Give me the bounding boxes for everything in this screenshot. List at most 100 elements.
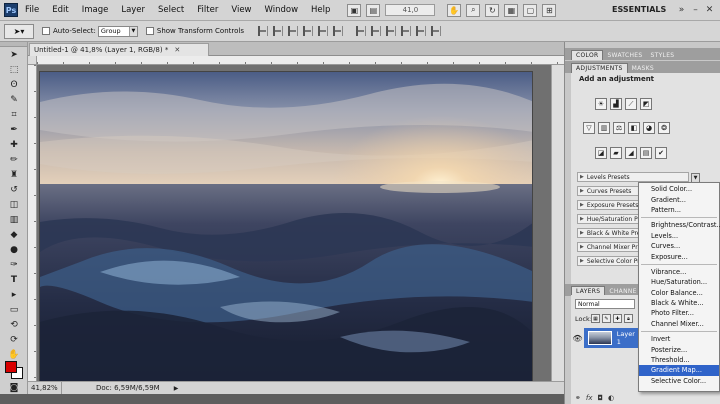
lasso-tool-icon[interactable]: ʘ	[4, 78, 24, 92]
color-balance-icon[interactable]: ⚖	[613, 122, 625, 134]
distribute-right-icon[interactable]	[430, 26, 441, 36]
distribute-left-icon[interactable]	[400, 26, 411, 36]
align-right-icon[interactable]	[332, 26, 343, 36]
brush-tool-icon[interactable]: ✏	[4, 153, 24, 167]
menu-item-gradient[interactable]: Gradient...	[639, 194, 719, 204]
move-tool-icon[interactable]: ➤	[4, 48, 24, 62]
dodge-tool-icon[interactable]: ●	[4, 243, 24, 257]
auto-select-checkbox[interactable]	[42, 27, 50, 35]
align-top-icon[interactable]	[257, 26, 268, 36]
menu-item-photo-filter[interactable]: Photo Filter...	[639, 308, 719, 318]
align-hcenter-icon[interactable]	[317, 26, 328, 36]
menu-filter[interactable]: Filter	[197, 5, 218, 15]
vertical-scrollbar[interactable]	[551, 65, 564, 381]
menu-item-color-balance[interactable]: Color Balance...	[639, 288, 719, 298]
eyedropper-tool-icon[interactable]: ✒	[4, 123, 24, 137]
status-zoom-field[interactable]: 41,82%	[28, 382, 62, 394]
document-tab[interactable]: Untitled-1 @ 41,8% (Layer 1, RGB/8) * ✕	[29, 43, 209, 56]
menu-item-vibrance[interactable]: Vibrance...	[639, 267, 719, 277]
history-brush-tool-icon[interactable]: ↺	[4, 183, 24, 197]
blur-tool-icon[interactable]: ◆	[4, 228, 24, 242]
arrange-documents-icon[interactable]: ⊞	[542, 3, 557, 17]
menu-item-levels[interactable]: Levels...	[639, 231, 719, 241]
close-icon[interactable]: ✕	[704, 4, 715, 15]
menu-item-threshold[interactable]: Threshold...	[639, 355, 719, 365]
status-menu-arrow-icon[interactable]: ▶	[174, 385, 179, 392]
menu-item-invert[interactable]: Invert	[639, 334, 719, 344]
menu-window[interactable]: Window	[265, 5, 299, 15]
lock-all-icon[interactable]: 🔒︎	[624, 314, 633, 323]
tool-preset-picker[interactable]: ➤▾	[4, 23, 34, 39]
eraser-tool-icon[interactable]: ◫	[4, 198, 24, 212]
mini-bridge-icon[interactable]: ▤	[366, 3, 381, 17]
minimize-icon[interactable]: –	[690, 4, 701, 15]
link-layers-icon[interactable]: ⚭	[575, 394, 581, 402]
pen-tool-icon[interactable]: ✑	[4, 258, 24, 272]
ruler-origin[interactable]	[28, 56, 37, 65]
hue-saturation-icon[interactable]: ▥	[598, 122, 610, 134]
hand-tool-icon[interactable]: ✋	[447, 3, 462, 17]
menu-item-gradient-map[interactable]: Gradient Map...	[639, 365, 719, 376]
layer-row[interactable]: 👁︎ Layer 1	[571, 328, 641, 348]
menu-view[interactable]: View	[231, 5, 251, 15]
exposure-icon[interactable]: ◩	[640, 98, 652, 110]
tab-swatches[interactable]: SWATCHES	[603, 50, 646, 60]
distribute-hcenter-icon[interactable]	[415, 26, 426, 36]
channel-mixer-icon[interactable]: ❂	[658, 122, 670, 134]
new-adjustment-icon[interactable]: ◐	[608, 394, 614, 402]
gradient-map-icon[interactable]: ▤	[640, 147, 652, 159]
menu-item-pattern[interactable]: Pattern...	[639, 205, 719, 215]
lock-transparency-icon[interactable]: ▦	[591, 314, 600, 323]
path-selection-tool-icon[interactable]: ▸	[4, 288, 24, 302]
zoom-level-field[interactable]: 41,0	[385, 4, 436, 16]
vertical-ruler[interactable]	[28, 65, 37, 381]
selective-color-icon[interactable]: ✔	[655, 147, 667, 159]
threshold-icon[interactable]: ◢	[625, 147, 637, 159]
workspace-menu-icon[interactable]: »	[676, 4, 687, 15]
preset-levels[interactable]: ▶ Levels Presets ▼	[577, 172, 700, 183]
hand-tool-icon[interactable]: ✋	[4, 348, 24, 362]
posterize-icon[interactable]: ▰	[610, 147, 622, 159]
tab-masks[interactable]: MASKS	[628, 63, 658, 73]
brightness-contrast-icon[interactable]: ☀	[595, 98, 607, 110]
menu-item-hue-saturation[interactable]: Hue/Saturation...	[639, 277, 719, 287]
blend-mode-dropdown[interactable]: Normal	[575, 299, 635, 309]
tab-color[interactable]: COLOR	[571, 50, 604, 60]
menu-item-black-white[interactable]: Black & White...	[639, 298, 719, 308]
menu-layer[interactable]: Layer	[121, 5, 145, 15]
grid-icon[interactable]: ▦	[504, 3, 519, 17]
type-tool-icon[interactable]: T	[4, 273, 24, 287]
curves-icon[interactable]: ⟋	[625, 98, 637, 110]
gradient-tool-icon[interactable]: ▥	[4, 213, 24, 227]
tab-styles[interactable]: STYLES	[647, 50, 679, 60]
quick-mask-icon[interactable]: ◙	[4, 381, 24, 395]
image-canvas[interactable]	[39, 71, 533, 383]
menu-item-exposure[interactable]: Exposure...	[639, 251, 719, 261]
3d-orbit-tool-icon[interactable]: ⟳	[4, 333, 24, 347]
auto-select-dropdown[interactable]: Group ▼	[97, 25, 138, 37]
toolbox-grip[interactable]	[0, 42, 27, 47]
lock-pixels-icon[interactable]: ✎	[602, 314, 611, 323]
visibility-eye-icon[interactable]: 👁︎	[571, 328, 584, 348]
bridge-icon[interactable]: ▣	[347, 3, 362, 17]
screen-mode-icon[interactable]: ▢	[523, 3, 538, 17]
menu-item-channel-mixer[interactable]: Channel Mixer...	[639, 319, 719, 329]
menu-item-selective-color[interactable]: Selective Color...	[639, 376, 719, 386]
horizontal-ruler[interactable]	[37, 56, 564, 65]
menu-file[interactable]: File	[25, 5, 39, 15]
close-tab-icon[interactable]: ✕	[174, 46, 180, 54]
levels-icon[interactable]: ▟	[610, 98, 622, 110]
menu-item-curves[interactable]: Curves...	[639, 241, 719, 251]
menu-help[interactable]: Help	[311, 5, 330, 15]
align-bottom-icon[interactable]	[287, 26, 298, 36]
foreground-color-swatch[interactable]	[5, 361, 17, 373]
vibrance-icon[interactable]: ▽	[583, 122, 595, 134]
tab-adjustments[interactable]: ADJUSTMENTS	[571, 63, 628, 73]
menu-select[interactable]: Select	[158, 5, 184, 15]
add-mask-icon[interactable]: ◘	[597, 394, 603, 402]
distribute-top-icon[interactable]	[355, 26, 366, 36]
zoom-tool-icon[interactable]: ⌕	[466, 3, 481, 17]
menu-item-brightness-contrast[interactable]: Brightness/Contrast...	[639, 220, 720, 230]
photo-filter-icon[interactable]: ◕	[643, 122, 655, 134]
menu-item-solid-color[interactable]: Solid Color...	[639, 184, 719, 194]
